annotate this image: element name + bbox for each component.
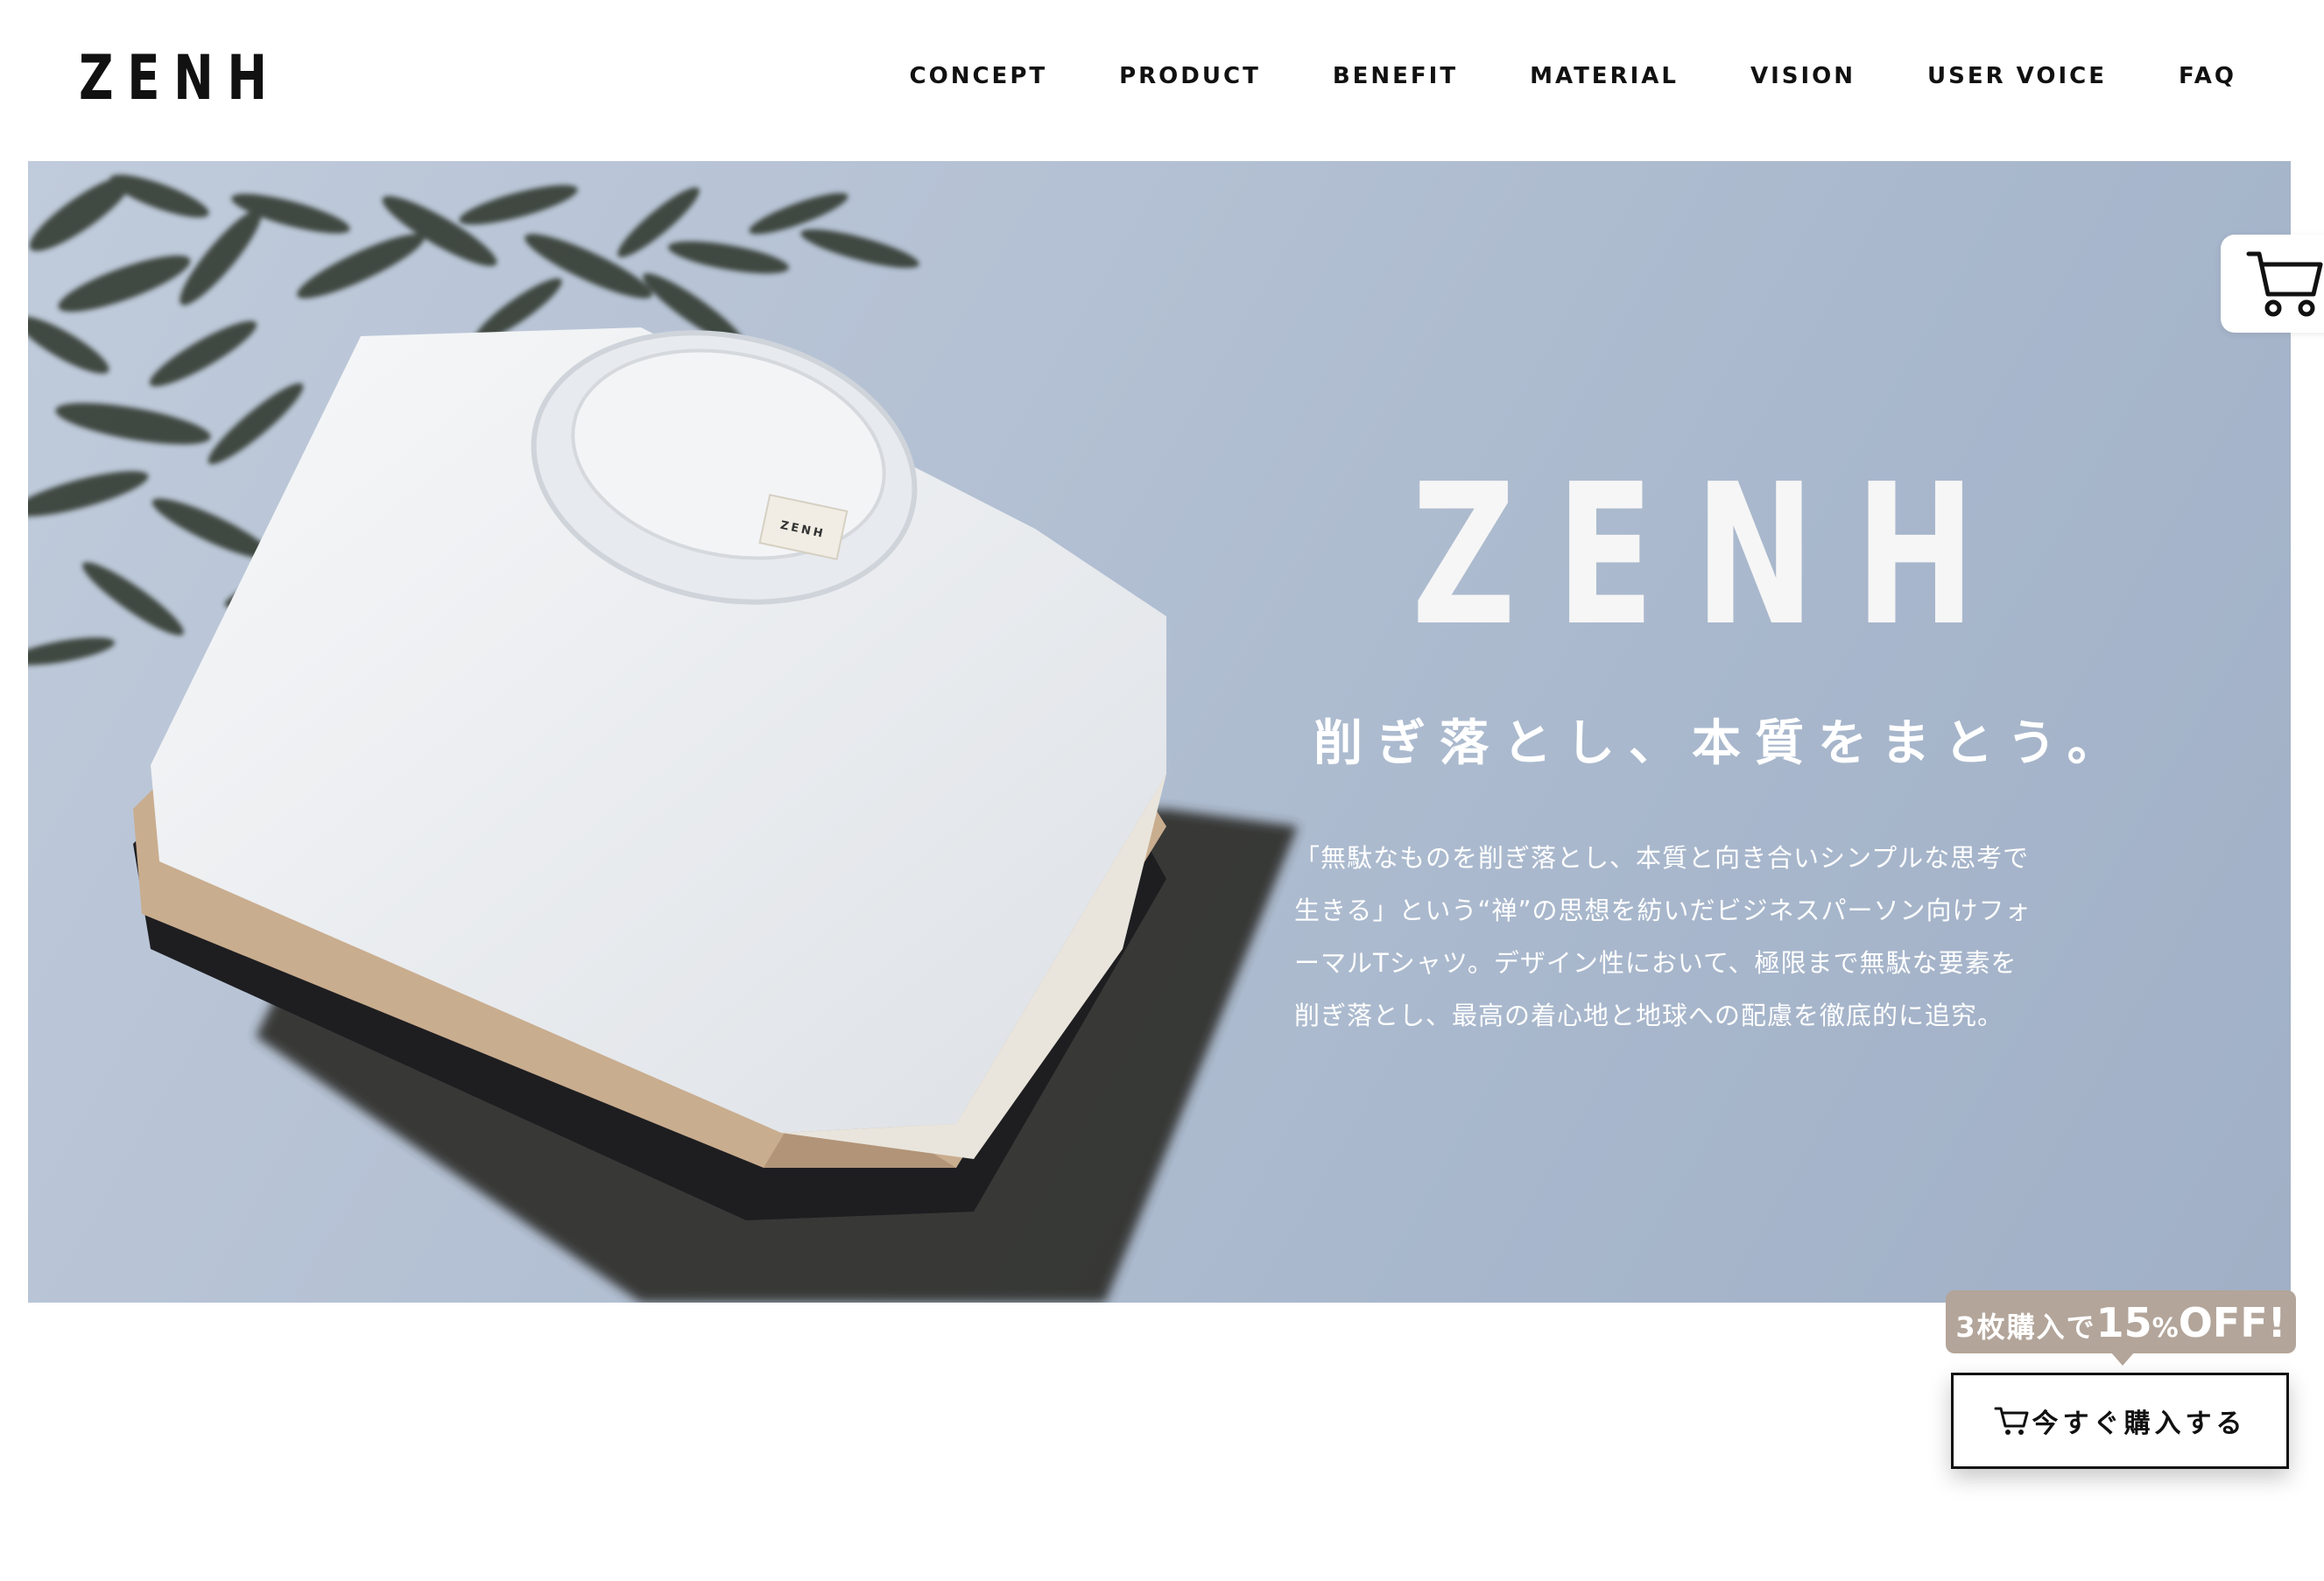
site-logo[interactable]: ZENH	[79, 42, 281, 114]
nav-user-voice[interactable]: USER VOICE	[1927, 63, 2107, 89]
promo-badge: 3枚購入で 15 % OFF!	[1946, 1290, 2296, 1353]
nav-vision[interactable]: VISION	[1750, 63, 1856, 89]
main-nav: CONCEPT PRODUCT BENEFIT MATERIAL VISION …	[910, 63, 2236, 89]
hero-description-line: ーマルTシャツ。デザイン性において、極限まで無駄な要素を	[1294, 948, 2018, 978]
hero-section: ZENH ZENH 削ぎ落とし、本質をまとう。 「無駄なものを削ぎ落とし、本質と…	[28, 161, 2291, 1303]
hero-description-line: 「無駄なものを削ぎ落とし、本質と向き合いシンプルな思考で	[1294, 843, 2030, 873]
floating-cart-button[interactable]	[2221, 235, 2324, 333]
hero-logo: ZENH	[1412, 443, 2016, 669]
nav-concept[interactable]: CONCEPT	[910, 63, 1048, 89]
buy-now-button[interactable]: 今すぐ購入する	[1951, 1373, 2289, 1469]
buy-now-label: 今すぐ購入する	[2032, 1409, 2247, 1439]
hero-catchphrase: 削ぎ落とし、本質をまとう。	[1313, 715, 2130, 772]
nav-faq[interactable]: FAQ	[2179, 63, 2236, 89]
cart-icon	[1994, 1407, 2028, 1435]
promo-suffix: OFF!	[2178, 1299, 2286, 1346]
promo-percent: %	[2151, 1313, 2179, 1344]
promo-prefix: 3枚購入で	[1955, 1310, 2096, 1344]
nav-product[interactable]: PRODUCT	[1119, 63, 1261, 89]
hero-description: 「無駄なものを削ぎ落とし、本質と向き合いシンプルな思考で 生きる」という“禅”の…	[1294, 832, 2065, 1042]
hero-description-line: 生きる」という“禅”の思想を紡いだビジネスパーソン向けフォ	[1294, 896, 2032, 925]
cart-icon	[2246, 251, 2323, 317]
promo-tail	[2110, 1352, 2135, 1366]
nav-benefit[interactable]: BENEFIT	[1333, 63, 1458, 89]
page: ZENH CONCEPT PRODUCT BENEFIT MATERIAL VI…	[0, 0, 2324, 1581]
nav-material[interactable]: MATERIAL	[1530, 63, 1679, 89]
promo-number: 15	[2095, 1299, 2152, 1346]
hero-description-line: 削ぎ落とし、最高の着心地と地球への配慮を徹底的に追究。	[1294, 1001, 2004, 1030]
